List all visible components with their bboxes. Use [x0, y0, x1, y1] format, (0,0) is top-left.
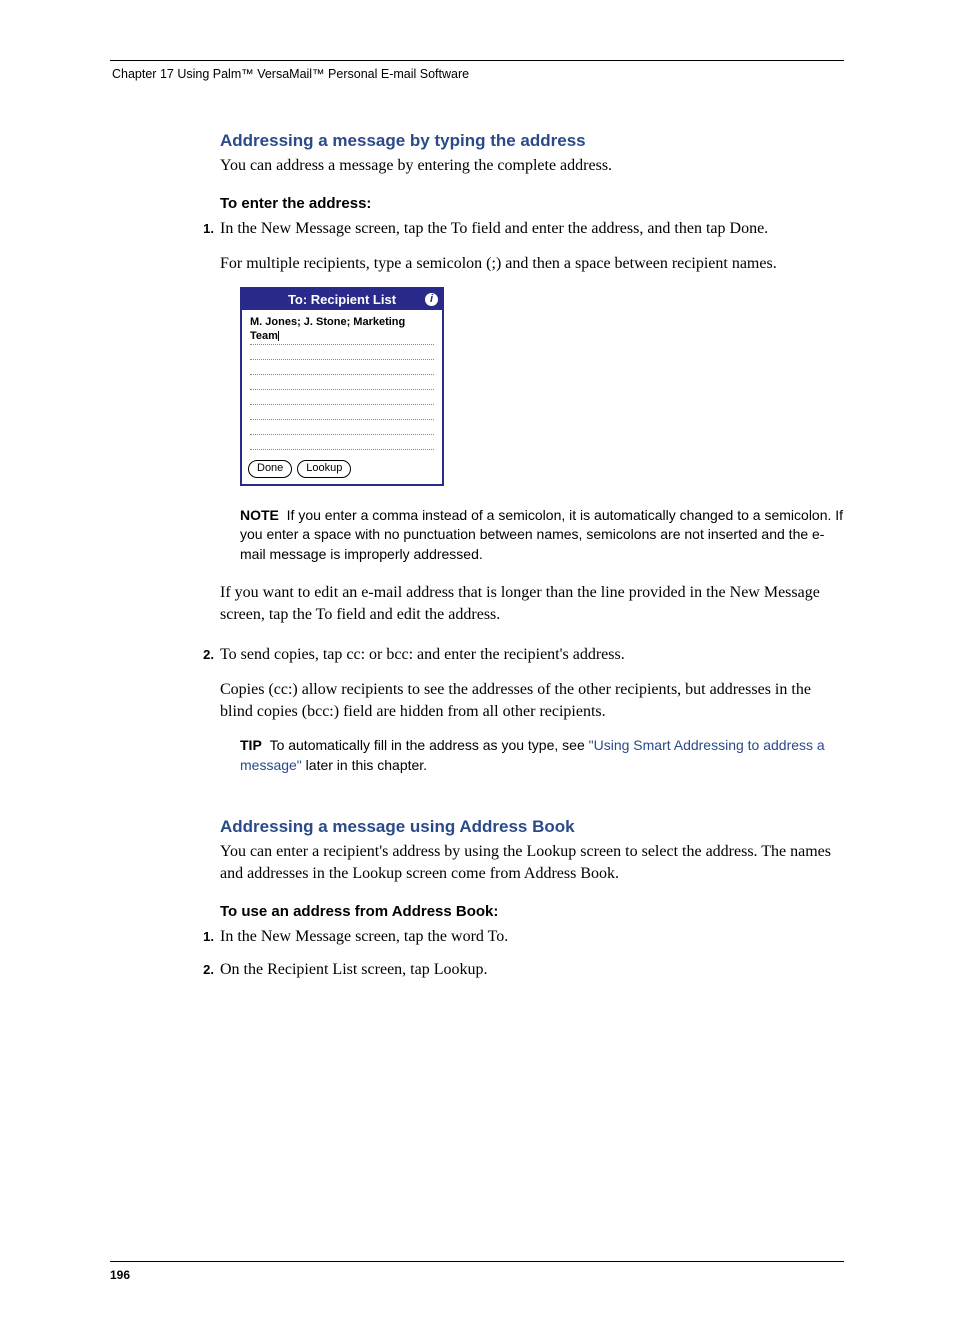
- subhead-enter-address: To enter the address:: [220, 195, 844, 212]
- done-button[interactable]: Done: [248, 460, 292, 478]
- step-number: 2.: [192, 959, 220, 977]
- entry-line: [250, 435, 434, 450]
- entry-line: [250, 390, 434, 405]
- recipient-entry: M. Jones; J. Stone; Marketing Team: [250, 316, 434, 344]
- subhead-use-addressbook: To use an address from Address Book:: [220, 903, 844, 920]
- step-text-cont: For multiple recipients, type a semicolo…: [220, 253, 844, 275]
- entry-line: [250, 360, 434, 375]
- device-screenshot: To: Recipient List i M. Jones; J. Stone;…: [240, 287, 444, 486]
- step2-text: To send copies, tap cc: or bcc: and ente…: [220, 644, 844, 666]
- intro-text: You can address a message by entering th…: [220, 155, 844, 177]
- step-text: In the New Message screen, tap the To fi…: [220, 218, 844, 240]
- page-number: 196: [110, 1268, 130, 1282]
- ab-step2: On the Recipient List screen, tap Lookup…: [220, 959, 844, 981]
- step2-text2: Copies (cc:) allow recipients to see the…: [220, 679, 844, 722]
- tip-label: TIP: [240, 737, 262, 753]
- device-title-text: To: Recipient List: [288, 291, 396, 309]
- tip-pre: To automatically fill in the address as …: [270, 737, 589, 753]
- entry-line: [250, 345, 434, 360]
- tip-post: later in this chapter.: [302, 757, 427, 773]
- entry-line: [250, 375, 434, 390]
- entry-line: [250, 420, 434, 435]
- note-block: NOTE If you enter a comma instead of a s…: [240, 506, 844, 565]
- info-icon: i: [425, 293, 438, 306]
- tip-block: TIP To automatically fill in the address…: [240, 736, 844, 775]
- chapter-header: Chapter 17 Using Palm™ VersaMail™ Person…: [112, 67, 844, 111]
- device-title-bar: To: Recipient List i: [242, 289, 442, 311]
- step-number: 1.: [192, 926, 220, 944]
- section-heading-addressbook: Addressing a message using Address Book: [220, 817, 844, 837]
- section-heading-typing: Addressing a message by typing the addre…: [220, 131, 844, 151]
- entry-line: [250, 405, 434, 420]
- step-number: 2.: [192, 644, 220, 662]
- note-label: NOTE: [240, 507, 279, 523]
- step-number: 1.: [192, 218, 220, 236]
- section2-intro: You can enter a recipient's address by u…: [220, 841, 844, 884]
- after-note-text: If you want to edit an e-mail address th…: [220, 582, 844, 625]
- lookup-button[interactable]: Lookup: [297, 460, 351, 478]
- note-text: If you enter a comma instead of a semico…: [240, 507, 843, 562]
- ab-step1: In the New Message screen, tap the word …: [220, 926, 844, 948]
